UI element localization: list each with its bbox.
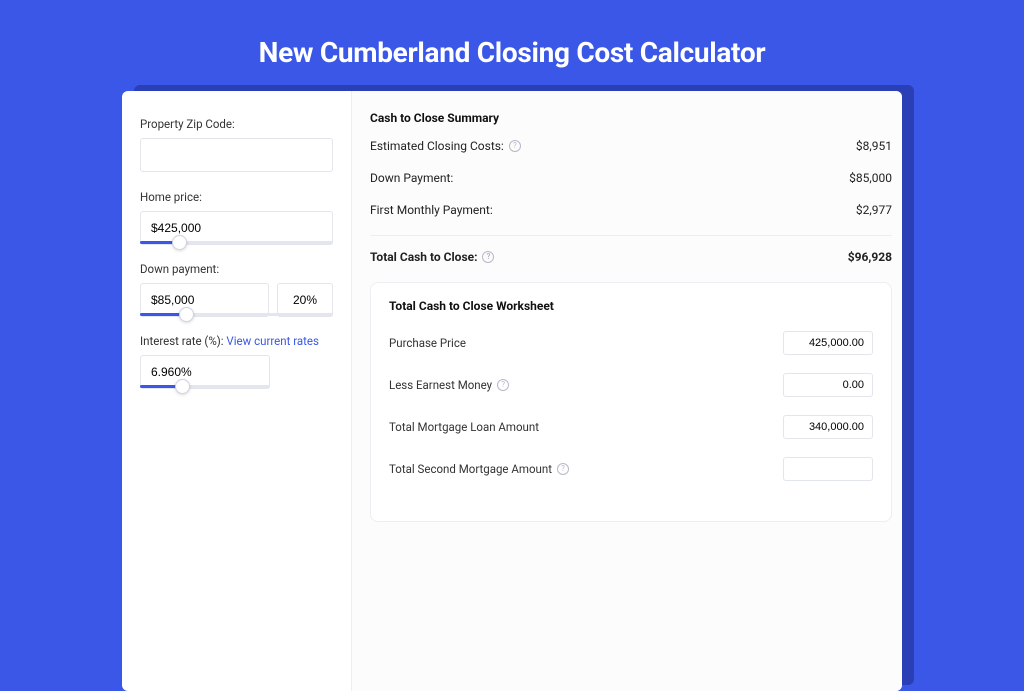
worksheet-label: Total Mortgage Loan Amount [389, 420, 539, 434]
view-rates-link[interactable]: View current rates [226, 334, 319, 348]
results-column: Cash to Close Summary Estimated Closing … [352, 91, 902, 691]
home-price-field: Home price: [140, 190, 333, 244]
summary-label: First Monthly Payment: [370, 203, 493, 217]
worksheet-value-input[interactable] [783, 415, 873, 439]
down-payment-label: Down payment: [140, 262, 333, 276]
summary-value: $8,951 [856, 139, 892, 153]
summary-label: Down Payment: [370, 171, 453, 185]
page-title: New Cumberland Closing Cost Calculator [0, 0, 1024, 91]
interest-rate-label: Interest rate (%): View current rates [140, 334, 333, 348]
down-payment-pct-input[interactable] [277, 283, 333, 317]
summary-value: $85,000 [849, 171, 892, 185]
worksheet-card: Total Cash to Close Worksheet Purchase P… [370, 282, 892, 522]
slider-thumb-icon[interactable] [179, 307, 194, 322]
zip-label: Property Zip Code: [140, 117, 333, 131]
inputs-column: Property Zip Code: Home price: Down paym… [122, 91, 352, 691]
down-payment-input[interactable] [140, 283, 269, 317]
summary-label: Estimated Closing Costs: [370, 139, 504, 153]
help-icon[interactable]: ? [557, 463, 569, 475]
down-payment-slider[interactable] [140, 313, 333, 316]
zip-input[interactable] [140, 138, 333, 172]
interest-rate-field: Interest rate (%): View current rates [140, 334, 333, 388]
summary-value: $2,977 [856, 203, 892, 217]
home-price-slider[interactable] [140, 241, 333, 244]
summary-total-label: Total Cash to Close: [370, 250, 477, 264]
calculator-panel-wrap: Property Zip Code: Home price: Down paym… [122, 91, 902, 691]
slider-thumb-icon[interactable] [172, 235, 187, 250]
worksheet-value-input[interactable] [783, 373, 873, 397]
worksheet-row: Total Mortgage Loan Amount [389, 415, 873, 439]
interest-rate-slider[interactable] [140, 385, 270, 388]
summary-row: Estimated Closing Costs: ? $8,951 [370, 139, 892, 153]
down-payment-field: Down payment: [140, 262, 333, 316]
summary-total-row: Total Cash to Close: ? $96,928 [370, 235, 892, 264]
worksheet-label: Total Second Mortgage Amount [389, 462, 552, 476]
worksheet-title: Total Cash to Close Worksheet [389, 299, 873, 313]
slider-thumb-icon[interactable] [175, 379, 190, 394]
rate-label-text: Interest rate (%): [140, 334, 226, 348]
worksheet-value-input[interactable] [783, 331, 873, 355]
zip-field: Property Zip Code: [140, 117, 333, 172]
home-price-input[interactable] [140, 211, 333, 245]
help-icon[interactable]: ? [497, 379, 509, 391]
home-price-label: Home price: [140, 190, 333, 204]
worksheet-row: Less Earnest Money ? [389, 373, 873, 397]
worksheet-label: Less Earnest Money [389, 378, 492, 392]
summary-row: First Monthly Payment: $2,977 [370, 203, 892, 217]
help-icon[interactable]: ? [509, 140, 521, 152]
worksheet-row: Total Second Mortgage Amount ? [389, 457, 873, 481]
worksheet-row: Purchase Price [389, 331, 873, 355]
summary-row: Down Payment: $85,000 [370, 171, 892, 185]
help-icon[interactable]: ? [482, 251, 494, 263]
interest-rate-input[interactable] [140, 355, 270, 389]
summary-title: Cash to Close Summary [370, 111, 892, 125]
worksheet-value-input[interactable] [783, 457, 873, 481]
calculator-panel: Property Zip Code: Home price: Down paym… [122, 91, 902, 691]
worksheet-label: Purchase Price [389, 336, 466, 350]
summary-total-value: $96,928 [848, 250, 892, 264]
